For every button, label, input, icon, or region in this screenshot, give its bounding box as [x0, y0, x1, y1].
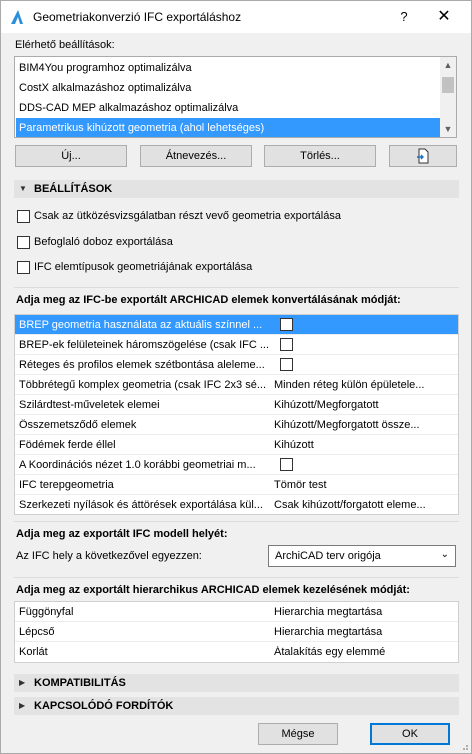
window-title: Geometriakonverzió IFC exportáláshoz — [33, 10, 242, 24]
hierarchy-row[interactable]: Korlát Átalakítás egy elemmé — [15, 642, 458, 662]
scroll-up-icon[interactable]: ▲ — [440, 57, 456, 73]
cancel-button[interactable]: Mégse — [258, 723, 338, 745]
checkbox-bounding-box-label: Befoglaló doboz exportálása — [34, 236, 173, 248]
row-name: A Koordinációs nézet 1.0 korábbi geometr… — [19, 459, 256, 471]
row-name: Szilárdtest-műveletek elemei — [19, 399, 160, 411]
scroll-thumb[interactable] — [442, 77, 454, 93]
row-name: Réteges és profilos elemek szétbontása a… — [19, 359, 265, 371]
preset-item[interactable]: DDS-CAD MEP alkalmazáshoz optimalizálva — [16, 98, 441, 118]
rename-button[interactable]: Átnevezés... — [140, 145, 252, 167]
row-checkbox[interactable] — [280, 318, 293, 331]
location-field-label: Az IFC hely a következővel egyezzen: — [16, 550, 202, 562]
hierarchy-label: Adja meg az exportált hierarchikus ARCHI… — [16, 584, 410, 596]
checkbox-bounding-box[interactable] — [17, 236, 30, 249]
row-value[interactable]: Kihúzott/Megforgatott össze... — [274, 419, 456, 431]
checkbox-clash-only[interactable] — [17, 210, 30, 223]
row-name: Függönyfal — [19, 606, 74, 618]
import-button[interactable] — [389, 145, 457, 167]
conversion-row[interactable]: Réteges és profilos elemek szétbontása a… — [15, 355, 458, 375]
presets-label: Elérhető beállítások: — [15, 39, 115, 51]
chevron-down-icon: ⌄ — [440, 549, 449, 560]
new-button[interactable]: Új... — [15, 145, 127, 167]
row-checkbox[interactable] — [280, 358, 293, 371]
settings-section-header[interactable]: ▼ BEÁLLÍTÁSOK — [14, 180, 459, 198]
scroll-down-icon[interactable]: ▼ — [440, 121, 456, 137]
delete-button[interactable]: Törlés... — [264, 145, 376, 167]
conversion-label: Adja meg az IFC-be exportált ARCHICAD el… — [16, 294, 401, 306]
row-value[interactable]: Kihúzott — [274, 439, 456, 451]
hierarchy-row[interactable]: Függönyfal Hierarchia megtartása — [15, 602, 458, 622]
checkbox-element-types-label: IFC elemtípusok geometriájának exportálá… — [34, 261, 253, 273]
help-button[interactable]: ? — [393, 7, 415, 27]
row-name: IFC terepgeometria — [19, 479, 114, 491]
compat-section-header[interactable]: ▶ KOMPATIBILITÁS — [14, 674, 459, 692]
conversion-row-selected[interactable]: BREP geometria használata az aktuális sz… — [15, 315, 458, 335]
preset-item[interactable]: BIM4You programhoz optimalizálva — [16, 58, 441, 78]
row-name: Korlát — [19, 646, 48, 658]
row-name: BREP-ek felületeinek háromszögelése (csa… — [19, 339, 269, 351]
checkbox-element-types[interactable] — [17, 261, 30, 274]
row-name: BREP geometria használata az aktuális sz… — [19, 319, 263, 331]
conversion-row[interactable]: A Koordinációs nézet 1.0 korábbi geometr… — [15, 455, 458, 475]
conversion-row[interactable]: IFC terepgeometria Tömör test — [15, 475, 458, 495]
conversion-row[interactable]: Szilárdtest-műveletek elemei Kihúzott/Me… — [15, 395, 458, 415]
row-value[interactable]: Hierarchia megtartása — [274, 606, 456, 618]
resize-grip-icon[interactable] — [459, 741, 469, 751]
row-name: Többrétegű komplex geometria (csak IFC 2… — [19, 379, 266, 391]
conversion-row[interactable]: Többrétegű komplex geometria (csak IFC 2… — [15, 375, 458, 395]
title-bar: Geometriakonverzió IFC exportáláshoz ? ✕ — [1, 1, 471, 33]
conversion-table: BREP geometria használata az aktuális sz… — [14, 314, 459, 515]
related-section-header[interactable]: ▶ KAPCSOLÓDÓ FORDÍTÓK — [14, 697, 459, 715]
preset-item-selected[interactable]: Parametrikus kihúzott geometria (ahol le… — [16, 118, 441, 137]
row-checkbox[interactable] — [280, 458, 293, 471]
row-name: Födémek ferde éllel — [19, 439, 116, 451]
divider — [14, 577, 459, 578]
location-label: Adja meg az exportált IFC modell helyét: — [16, 528, 228, 540]
row-checkbox[interactable] — [280, 338, 293, 351]
divider — [14, 287, 459, 288]
row-name: Összemetsződő elemek — [19, 419, 137, 431]
preset-item[interactable]: CostX alkalmazáshoz optimalizálva — [16, 78, 441, 98]
row-value[interactable]: Csak kihúzott/forgatott eleme... — [274, 499, 456, 511]
location-select[interactable]: ArchiCAD terv origója ⌄ — [268, 545, 456, 567]
conversion-row[interactable]: Összemetsződő elemek Kihúzott/Megforgato… — [15, 415, 458, 435]
conversion-row[interactable]: Szerkezeti nyílások és áttörések exportá… — [15, 495, 458, 514]
row-value[interactable]: Minden réteg külön épületele... — [274, 379, 456, 391]
expand-triangle-icon: ▼ — [19, 184, 27, 193]
presets-listbox[interactable]: BIM4You programhoz optimalizálva CostX a… — [14, 56, 457, 138]
checkbox-clash-only-label: Csak az ütközésvizsgálatban részt vevő g… — [34, 210, 341, 222]
hierarchy-row[interactable]: Lépcső Hierarchia megtartása — [15, 622, 458, 642]
divider — [14, 521, 459, 522]
conversion-row[interactable]: Födémek ferde éllel Kihúzott — [15, 435, 458, 455]
close-button[interactable]: ✕ — [433, 7, 455, 27]
row-value[interactable]: Átalakítás egy elemmé — [274, 646, 456, 658]
archicad-logo-icon — [11, 10, 23, 24]
compat-section-title: KOMPATIBILITÁS — [34, 677, 126, 689]
import-file-icon — [417, 148, 429, 164]
row-name: Lépcső — [19, 626, 55, 638]
hierarchy-table: Függönyfal Hierarchia megtartása Lépcső … — [14, 601, 459, 663]
dialog-window: Geometriakonverzió IFC exportáláshoz ? ✕… — [0, 0, 472, 754]
presets-scrollbar[interactable]: ▲ ▼ — [440, 57, 456, 137]
row-value[interactable]: Hierarchia megtartása — [274, 626, 456, 638]
location-select-value: ArchiCAD terv origója — [275, 550, 381, 562]
related-section-title: KAPCSOLÓDÓ FORDÍTÓK — [34, 700, 174, 712]
footer-bar: Mégse OK — [1, 719, 471, 753]
collapsed-triangle-icon: ▶ — [19, 678, 26, 687]
collapsed-triangle-icon: ▶ — [19, 701, 26, 710]
settings-section-title: BEÁLLÍTÁSOK — [34, 183, 113, 195]
row-name: Szerkezeti nyílások és áttörések exportá… — [19, 499, 263, 511]
row-value[interactable]: Tömör test — [274, 479, 456, 491]
row-value[interactable]: Kihúzott/Megforgatott — [274, 399, 456, 411]
ok-button[interactable]: OK — [370, 723, 450, 745]
conversion-row[interactable]: BREP-ek felületeinek háromszögelése (csa… — [15, 335, 458, 355]
